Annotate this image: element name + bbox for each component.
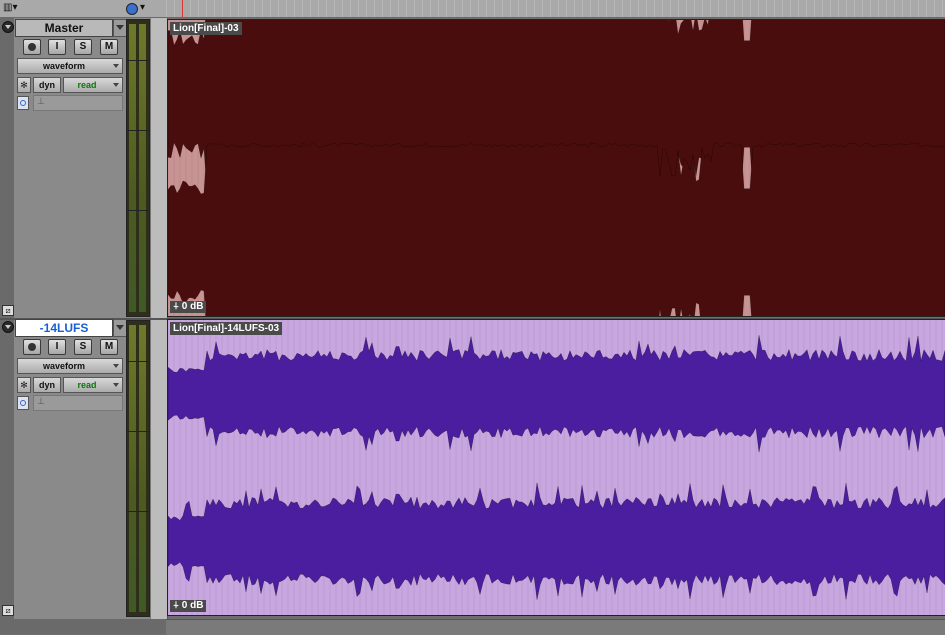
track-name-menu-button[interactable] bbox=[113, 19, 127, 37]
mute-button[interactable]: M bbox=[100, 339, 118, 355]
meter-tick bbox=[127, 361, 149, 362]
input-monitor-button[interactable]: I bbox=[48, 39, 66, 55]
meter-tick bbox=[127, 210, 149, 211]
meter-left-channel bbox=[129, 325, 136, 612]
track-scale-strip bbox=[150, 18, 168, 318]
chevron-down-icon[interactable]: ▾ bbox=[140, 2, 145, 14]
record-enable-button[interactable] bbox=[23, 39, 41, 55]
record-icon bbox=[28, 343, 36, 351]
elastic-audio-icon[interactable]: ✻ bbox=[17, 77, 31, 93]
record-icon bbox=[28, 43, 36, 51]
track-scale-strip bbox=[150, 320, 168, 619]
waveform bbox=[168, 20, 945, 316]
track-name-field[interactable]: -14LUFS bbox=[15, 319, 113, 337]
level-meter bbox=[126, 19, 150, 317]
track-side-strip bbox=[0, 320, 14, 619]
audio-clip[interactable]: Lion[Final]-14LUFS-03 ⍭ 0 dB bbox=[167, 319, 945, 616]
insert-icon: ⊥ bbox=[37, 396, 45, 406]
track-side-strip bbox=[0, 18, 14, 318]
clip-name: Lion[Final]-03 bbox=[170, 22, 242, 35]
solo-button[interactable]: S bbox=[74, 339, 92, 355]
automation-mode-label: read bbox=[77, 380, 97, 390]
track-name-field[interactable]: Master bbox=[15, 19, 113, 37]
insert-icon: ⊥ bbox=[37, 96, 45, 106]
clip-gain-label: 0 dB bbox=[181, 301, 204, 312]
meter-tick bbox=[127, 511, 149, 512]
automation-mode-selector[interactable]: read bbox=[63, 77, 123, 93]
expand-track-icon[interactable] bbox=[2, 21, 14, 33]
playhead-marker bbox=[182, 0, 183, 17]
track-view-selector[interactable]: waveform bbox=[17, 58, 123, 74]
bottom-left-panel bbox=[0, 619, 166, 634]
automation-mode-selector[interactable]: read bbox=[63, 377, 123, 393]
meter-left-channel bbox=[129, 24, 136, 312]
meter-tick bbox=[127, 431, 149, 432]
resize-track-icon[interactable]: ⧄ bbox=[2, 305, 14, 316]
chevron-down-icon bbox=[113, 64, 119, 68]
clip-gain-indicator[interactable]: ⍭ 0 dB bbox=[170, 301, 207, 313]
track-view-selector[interactable]: waveform bbox=[17, 358, 123, 374]
comments-icon[interactable] bbox=[17, 396, 29, 410]
timebase-selector[interactable]: dyn bbox=[33, 377, 61, 393]
elastic-audio-icon[interactable]: ✻ bbox=[17, 377, 31, 393]
automation-lane[interactable]: ⊥ bbox=[33, 95, 123, 111]
automation-lane[interactable]: ⊥ bbox=[33, 395, 123, 411]
clock-icon[interactable] bbox=[126, 3, 138, 15]
input-monitor-button[interactable]: I bbox=[48, 339, 66, 355]
clip-gain-label: 0 dB bbox=[181, 600, 204, 611]
timeline-ruler[interactable] bbox=[166, 0, 945, 17]
level-meter bbox=[126, 320, 150, 617]
chevron-down-icon bbox=[113, 83, 119, 87]
solo-button[interactable]: S bbox=[74, 39, 92, 55]
resize-track-icon[interactable]: ⧄ bbox=[2, 605, 14, 616]
track-view-label: waveform bbox=[42, 61, 86, 71]
meter-tick bbox=[127, 130, 149, 131]
clip-name: Lion[Final]-14LUFS-03 bbox=[170, 322, 283, 335]
record-enable-button[interactable] bbox=[23, 339, 41, 355]
expand-track-icon[interactable] bbox=[2, 321, 14, 333]
audio-clip[interactable]: Lion[Final]-03 ⍭ 0 dB bbox=[167, 19, 945, 317]
grid-menu-icon[interactable]: ▥▾ bbox=[3, 2, 17, 14]
timebase-selector[interactable]: dyn bbox=[33, 77, 61, 93]
comments-icon[interactable] bbox=[17, 96, 29, 110]
track-view-label: waveform bbox=[42, 361, 86, 371]
timebase-label: dyn bbox=[38, 80, 55, 90]
mute-button[interactable]: M bbox=[100, 39, 118, 55]
meter-tick bbox=[127, 60, 149, 61]
meter-right-channel bbox=[139, 24, 146, 312]
clip-gain-icon: ⍭ bbox=[173, 301, 179, 312]
automation-mode-label: read bbox=[77, 80, 97, 90]
waveform bbox=[168, 320, 945, 615]
track-name-menu-button[interactable] bbox=[113, 319, 127, 337]
meter-right-channel bbox=[139, 325, 146, 612]
clip-gain-indicator[interactable]: ⍭ 0 dB bbox=[170, 600, 207, 612]
chevron-down-icon bbox=[113, 364, 119, 368]
horizontal-scrollbar[interactable] bbox=[166, 619, 945, 635]
chevron-down-icon bbox=[113, 383, 119, 387]
clip-gain-icon: ⍭ bbox=[173, 600, 179, 611]
timebase-label: dyn bbox=[38, 380, 55, 390]
